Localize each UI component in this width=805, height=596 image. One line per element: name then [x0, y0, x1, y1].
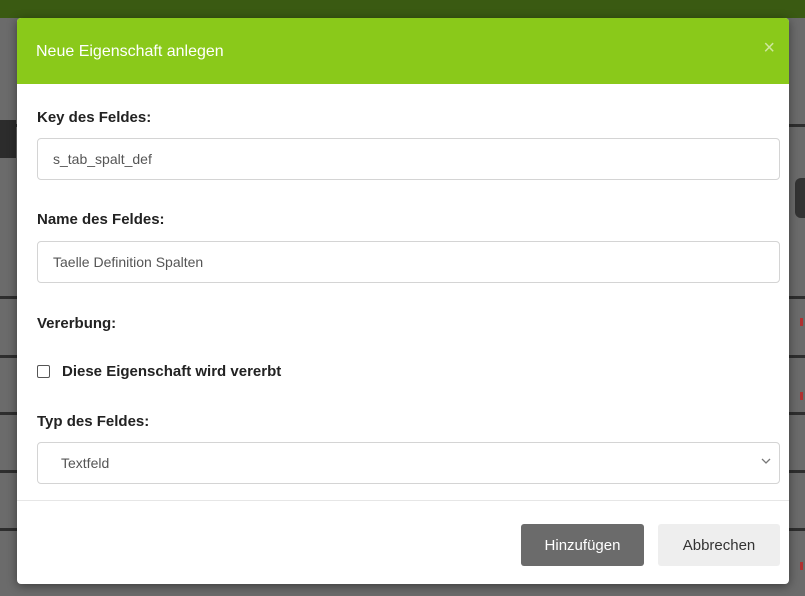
footer-divider [17, 500, 789, 501]
add-property-dialog: Neue Eigenschaft anlegen × Key des Felde… [17, 18, 789, 584]
type-field-value: Textfeld [61, 455, 110, 471]
cancel-button[interactable]: Abbrechen [658, 524, 780, 566]
background-topbar [0, 0, 805, 18]
key-field-label: Key des Feldes: [37, 109, 152, 126]
type-field-select[interactable]: Textfeld [37, 442, 780, 484]
name-field-input[interactable] [37, 241, 780, 283]
dialog-title: Neue Eigenschaft anlegen [36, 43, 224, 60]
inheritance-checkbox-label[interactable]: Diese Eigenschaft wird vererbt [62, 363, 281, 380]
type-field-label: Typ des Feldes: [37, 413, 150, 430]
background-marker [800, 392, 803, 400]
inheritance-checkbox[interactable] [37, 365, 50, 378]
inheritance-checkbox-row[interactable]: Diese Eigenschaft wird vererbt [37, 363, 281, 380]
inheritance-label: Vererbung: [37, 315, 117, 332]
background-marker [800, 562, 803, 570]
background-marker [800, 318, 803, 326]
background-element [0, 120, 16, 158]
background-tab [795, 178, 805, 218]
key-field-input[interactable] [37, 138, 780, 180]
add-button[interactable]: Hinzufügen [521, 524, 644, 566]
close-icon[interactable]: × [763, 38, 775, 58]
dialog-header: Neue Eigenschaft anlegen × [17, 18, 789, 84]
chevron-down-icon [761, 454, 771, 468]
name-field-label: Name des Feldes: [37, 211, 165, 228]
